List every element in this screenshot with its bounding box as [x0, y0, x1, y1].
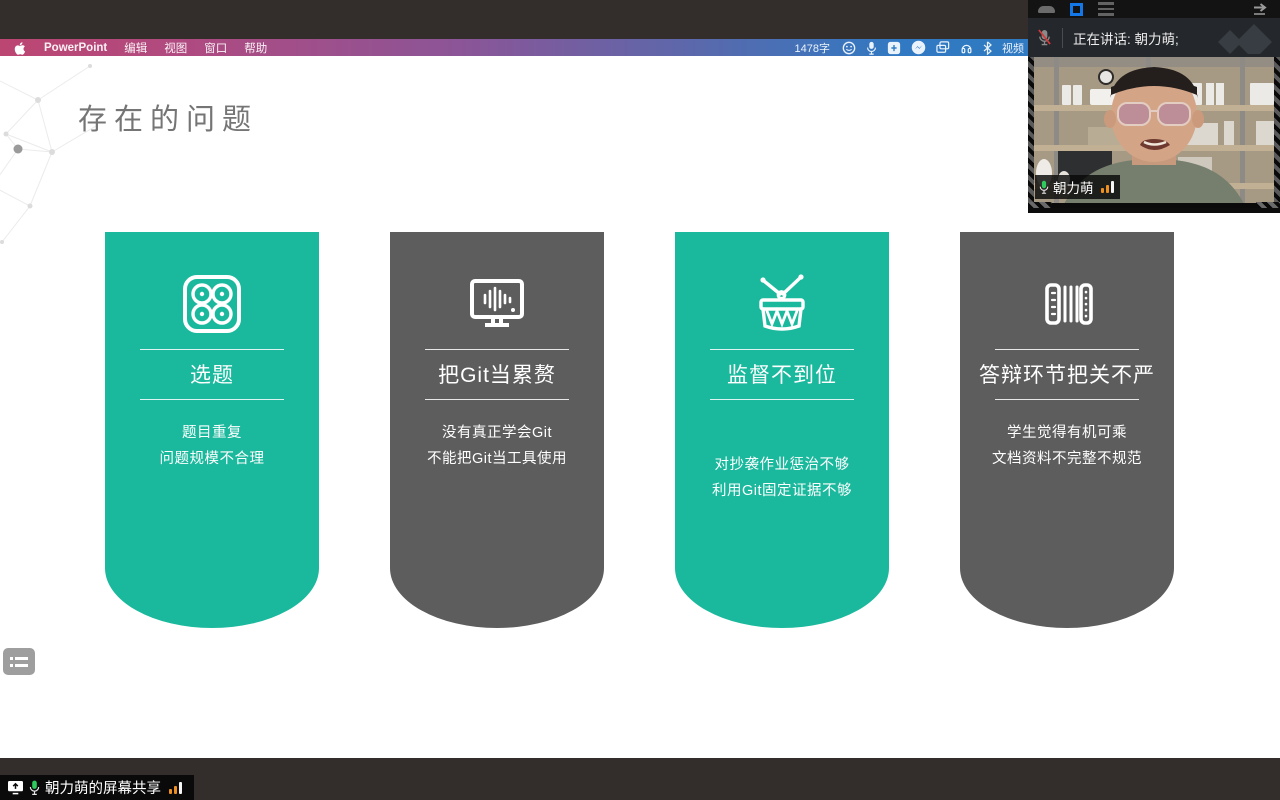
card-title: 答辩环节把关不严: [960, 359, 1174, 389]
smiley-icon[interactable]: [842, 41, 856, 55]
divider: [1062, 28, 1063, 48]
messenger-icon[interactable]: [911, 40, 926, 55]
screen-share-icon: [7, 780, 24, 795]
menubar-status-cluster: 1478字 视频: [795, 39, 1032, 56]
slide-title: 存在的问题: [78, 96, 258, 138]
audio-icon[interactable]: [960, 41, 973, 55]
panel-edge-stripes: [1274, 57, 1280, 208]
divider: [995, 349, 1139, 350]
card-body: 没有真正学会Git 不能把Git当工具使用: [390, 420, 604, 472]
input-source-icon[interactable]: [887, 41, 901, 55]
stove-grid-icon: [180, 272, 244, 336]
problem-card-git-burden: 把Git当累赘 没有真正学会Git 不能把Git当工具使用: [390, 232, 604, 628]
menu-powerpoint[interactable]: PowerPoint: [44, 42, 107, 54]
card-body: 对抄袭作业惩治不够 利用Git固定证据不够: [675, 452, 889, 504]
divider: [140, 399, 284, 400]
active-speaker-bar: 正在讲话: 朝力萌;: [1028, 18, 1280, 57]
card-body: 学生觉得有机可乘 文档资料不完整不规范: [960, 420, 1174, 472]
divider: [995, 399, 1139, 400]
card-body: 题目重复 问题规模不合理: [105, 420, 319, 472]
speaking-label: 正在讲话: 朝力萌;: [1073, 28, 1179, 48]
screen-share-indicator: 朝力萌的屏幕共享: [0, 775, 194, 800]
divider: [425, 349, 569, 350]
problem-card-defense: 答辩环节把关不严 学生觉得有机可乘 文档资料不完整不规范: [960, 232, 1174, 628]
drum-icon: [750, 272, 814, 336]
panel-edge-stripes: [1028, 57, 1034, 208]
problem-card-topic: 选题 题目重复 问题规模不合理: [105, 232, 319, 628]
network-signal-icon: [1101, 181, 1114, 193]
menu-help[interactable]: 帮助: [244, 40, 267, 56]
slide-navigator-button[interactable]: [3, 648, 35, 675]
speaker-view-button[interactable]: [1070, 3, 1083, 16]
list-icon: [10, 655, 28, 669]
hide-video-button[interactable]: [1038, 6, 1055, 13]
participant-name: 朝力萌: [1053, 177, 1094, 197]
gallery-view-button[interactable]: [1098, 2, 1114, 16]
video-panel-toolbar: [1028, 0, 1280, 18]
card-title: 监督不到位: [675, 359, 889, 389]
mic-on-icon: [29, 780, 40, 795]
divider: [140, 349, 284, 350]
apple-logo-icon[interactable]: [13, 41, 26, 55]
meeting-video-panel: 正在讲话: 朝力萌;: [1028, 0, 1280, 213]
accordion-icon: [1035, 272, 1099, 336]
monitor-waveform-icon: [465, 272, 529, 336]
bluetooth-icon[interactable]: [983, 41, 992, 55]
word-count: 1478字: [795, 40, 830, 56]
menu-edit[interactable]: 编辑: [124, 40, 147, 56]
mic-icon[interactable]: [866, 41, 877, 55]
divider: [710, 399, 854, 400]
windows-stack-icon[interactable]: [936, 41, 950, 54]
participant-name-badge: 朝力萌: [1035, 175, 1120, 199]
muted-mic-icon[interactable]: [1037, 28, 1052, 47]
card-title: 把Git当累赘: [390, 359, 604, 389]
divider: [710, 349, 854, 350]
problem-card-supervision: 监督不到位 对抄袭作业惩治不够 利用Git固定证据不够: [675, 232, 889, 628]
participant-video[interactable]: 朝力萌: [1028, 57, 1280, 208]
panel-bottom-edge: [1028, 203, 1280, 208]
share-label: 朝力萌的屏幕共享: [45, 777, 161, 798]
network-signal-icon: [169, 782, 182, 794]
menu-view[interactable]: 视图: [164, 40, 187, 56]
divider: [425, 399, 569, 400]
meeting-app-logo: [1216, 22, 1274, 54]
collapse-panel-icon[interactable]: [1252, 3, 1270, 16]
menu-window[interactable]: 窗口: [204, 40, 227, 56]
mic-on-icon: [1039, 180, 1049, 194]
card-title: 选题: [105, 359, 319, 389]
